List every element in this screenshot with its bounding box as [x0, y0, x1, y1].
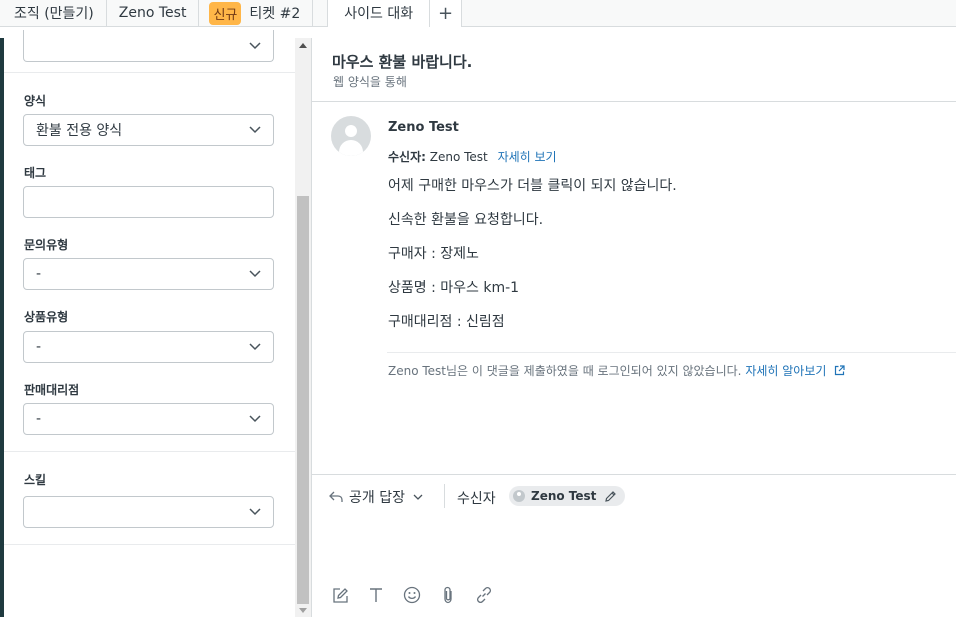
- avatar-head-shape: [345, 125, 357, 137]
- panel-left-edge: [0, 38, 4, 617]
- form-select[interactable]: 환불 전용 양식: [23, 114, 274, 146]
- breadcrumb-ticket[interactable]: 신규 티켓 #2: [199, 0, 314, 27]
- tags-field-label: 태그: [24, 166, 47, 180]
- link-icon[interactable]: [475, 586, 493, 604]
- chevron-down-icon: [413, 494, 423, 500]
- ticket-subject: 마우스 환불 바랍니다.: [332, 53, 473, 71]
- top-tab-bar: 조직 (만들기) Zeno Test 신규 티켓 #2 사이드 대화 +: [0, 0, 956, 27]
- message-line: 구매자 : 장제노: [388, 246, 479, 262]
- side-conversation-tab: 사이드 대화 +: [327, 0, 463, 27]
- scroll-down-arrow-icon[interactable]: [299, 608, 307, 613]
- scrollbar-thumb[interactable]: [297, 196, 309, 604]
- reply-type-dropdown[interactable]: 공개 답장: [329, 487, 429, 507]
- compose-icon[interactable]: [331, 586, 349, 604]
- breadcrumb-organization[interactable]: 조직 (만들기): [0, 0, 107, 27]
- form-select-value: 환불 전용 양식: [36, 123, 123, 139]
- section-divider: [4, 544, 295, 545]
- recipient-chip-label: Zeno Test: [531, 489, 597, 503]
- reply-arrow-icon: [329, 491, 343, 502]
- product-type-label: 상품유형: [24, 310, 69, 324]
- message-line: 신속한 환불을 요청합니다.: [388, 212, 544, 228]
- avatar-body-shape: [339, 140, 363, 156]
- text-format-icon[interactable]: [367, 586, 385, 604]
- composer-separator: [444, 484, 445, 508]
- chevron-down-icon: [249, 41, 261, 49]
- sales-agency-select[interactable]: -: [23, 403, 274, 435]
- message-line: 상품명 : 마우스 km-1: [388, 280, 520, 296]
- show-details-link[interactable]: 자세히 보기: [498, 150, 557, 164]
- scroll-up-arrow-icon[interactable]: [299, 43, 307, 48]
- message-author[interactable]: Zeno Test: [388, 120, 459, 135]
- chevron-down-icon: [249, 508, 261, 516]
- ticket-fields-panel: 양식 환불 전용 양식 태그 문의유형 - 상품유형 - 판매대리점 - 스킬: [0, 30, 311, 617]
- learn-more-link[interactable]: 자세히 알아보기: [745, 364, 826, 378]
- breadcrumb-organization-label: 조직 (만들기): [14, 6, 94, 22]
- chevron-down-icon: [249, 415, 261, 423]
- notice-divider: [387, 352, 956, 353]
- chevron-down-icon: [249, 126, 261, 134]
- inquiry-type-select[interactable]: -: [23, 258, 274, 290]
- skills-select[interactable]: [23, 496, 274, 528]
- status-badge-new: 신규: [209, 1, 242, 25]
- section-divider: [4, 72, 295, 73]
- composer-to-label: 수신자: [457, 491, 496, 507]
- message-line: 구매대리점 : 신림점: [388, 314, 505, 330]
- tab-gap: [313, 0, 327, 27]
- tags-input[interactable]: [23, 186, 274, 218]
- product-type-value: -: [36, 339, 42, 355]
- ticket-fields-list: 양식 환불 전용 양식 태그 문의유형 - 상품유형 - 판매대리점 - 스킬: [0, 30, 295, 617]
- emoji-icon[interactable]: [403, 586, 421, 604]
- recipient-name: Zeno Test: [429, 150, 488, 164]
- conversation-pane: 마우스 환불 바랍니다. 웹 양식을 통해 Zeno Test 수신자: Zen…: [311, 38, 956, 617]
- inquiry-type-value: -: [36, 266, 42, 282]
- side-conversation-button[interactable]: 사이드 대화: [328, 3, 429, 23]
- form-field-label: 양식: [24, 94, 47, 108]
- chevron-down-icon: [249, 343, 261, 351]
- chevron-down-icon: [249, 270, 261, 278]
- recipient-avatar: [513, 490, 525, 502]
- paperclip-icon[interactable]: [439, 586, 457, 604]
- message-line: 어제 구매한 마우스가 더블 클릭이 되지 않습니다.: [388, 178, 677, 194]
- breadcrumb-ticket-label: 티켓 #2: [249, 6, 301, 22]
- skills-label: 스킬: [24, 473, 47, 487]
- pencil-icon[interactable]: [604, 490, 617, 503]
- inquiry-type-label: 문의유형: [24, 238, 69, 252]
- section-divider: [4, 451, 295, 452]
- avatar[interactable]: [331, 116, 371, 156]
- composer-divider: [312, 474, 956, 475]
- sales-agency-value: -: [36, 411, 42, 427]
- breadcrumb-user-label: Zeno Test: [118, 5, 187, 21]
- breadcrumb-user[interactable]: Zeno Test: [107, 0, 200, 27]
- composer-toolbar: [331, 586, 511, 604]
- recipient-label: 수신자:: [388, 150, 426, 164]
- not-logged-in-notice: Zeno Test님은 이 댓글을 제출하였을 때 로그인되어 있지 않았습니다…: [388, 362, 845, 379]
- ticket-channel: 웹 양식을 통해: [333, 75, 407, 89]
- add-side-conversation-button[interactable]: +: [429, 0, 461, 27]
- product-type-select[interactable]: -: [23, 331, 274, 363]
- header-divider: [312, 101, 956, 102]
- notice-text: Zeno Test님은 이 댓글을 제출하였을 때 로그인되어 있지 않았습니다…: [388, 364, 742, 378]
- sales-agency-label: 판매대리점: [24, 383, 80, 397]
- reply-type-label: 공개 답장: [349, 490, 405, 506]
- external-link-icon[interactable]: [834, 365, 845, 376]
- truncated-select[interactable]: [23, 30, 274, 62]
- message-recipient-row: 수신자: Zeno Test 자세히 보기: [388, 148, 557, 165]
- recipient-chip[interactable]: Zeno Test: [509, 486, 626, 506]
